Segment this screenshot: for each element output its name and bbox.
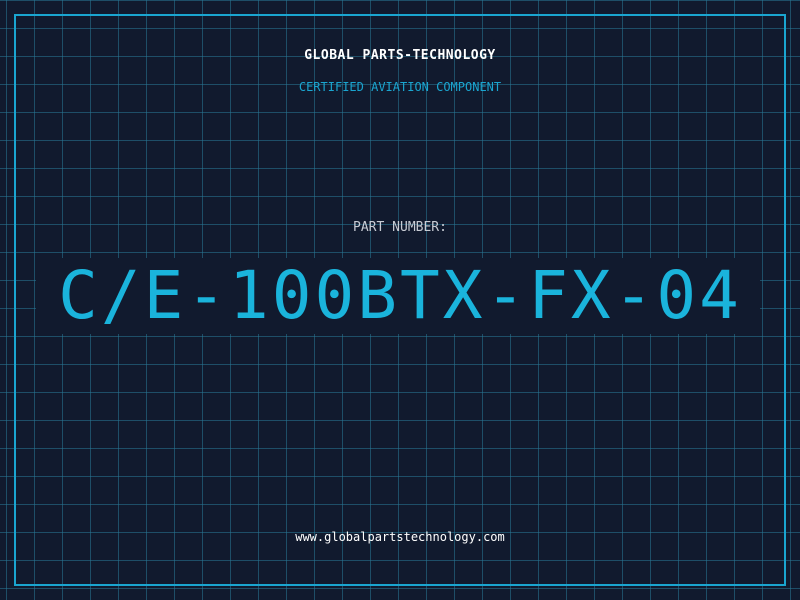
part-number-label: PART NUMBER: [353,220,447,235]
label-card: GLOBAL PARTS-TECHNOLOGY CERTIFIED AVIATI… [0,0,800,600]
certification-subtitle: CERTIFIED AVIATION COMPONENT [298,80,502,94]
website-url: www.globalpartstechnology.com [295,530,505,544]
part-number-value: C/E-100BTX-FX-04 [58,257,742,334]
company-name: GLOBAL PARTS-TECHNOLOGY [304,48,496,63]
